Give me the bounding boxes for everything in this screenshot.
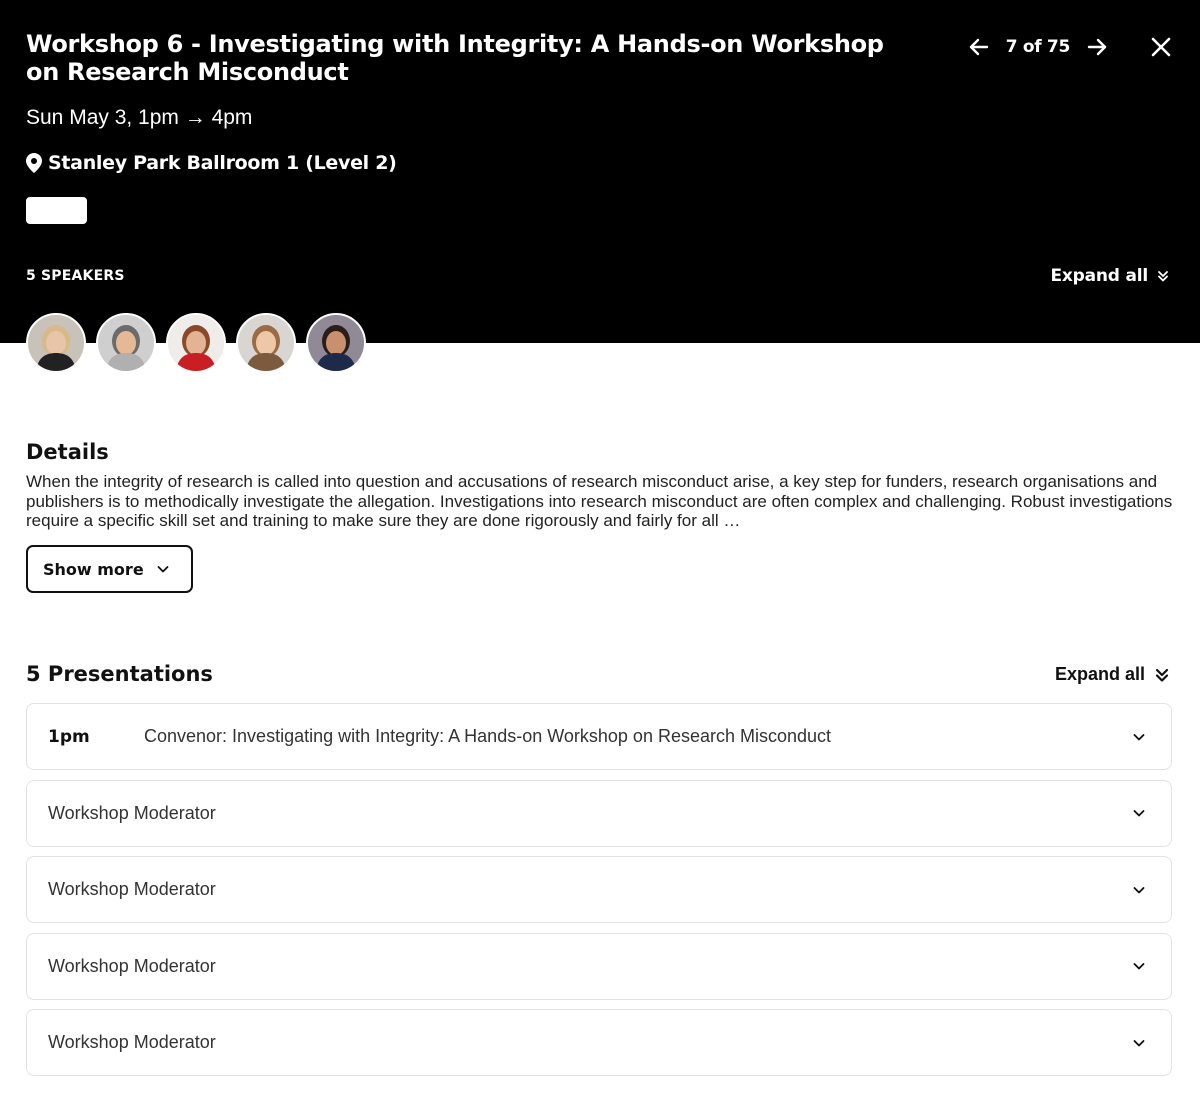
- session-title: Workshop 6 - Investigating with Integrit…: [26, 30, 884, 86]
- speaker-avatar[interactable]: [236, 313, 296, 373]
- map-pin-icon: [26, 153, 42, 173]
- chevron-down-icon: [157, 566, 169, 573]
- arrow-right-icon: [1087, 38, 1107, 56]
- session-pager: 7 of 75: [964, 32, 1176, 62]
- presentations-heading: 5 Presentations: [26, 662, 213, 686]
- details-description: When the integrity of research is called…: [26, 472, 1173, 530]
- session-header: Workshop 6 - Investigating with Integrit…: [0, 0, 1200, 343]
- expand-all-label: Expand all: [1050, 266, 1148, 286]
- chevron-down-icon: [1129, 727, 1149, 747]
- presentation-title: Workshop Moderator: [48, 802, 216, 823]
- presentation-item[interactable]: 1pm Convenor: Investigating with Integri…: [26, 703, 1172, 770]
- speaker-avatar[interactable]: [96, 313, 156, 373]
- location-label: Stanley Park Ballroom 1 (Level 2): [48, 152, 397, 174]
- speaker-avatars: [26, 313, 376, 373]
- show-more-label: Show more: [43, 559, 144, 579]
- presentations-list: 1pm Convenor: Investigating with Integri…: [26, 703, 1172, 1086]
- close-icon: [1151, 37, 1171, 57]
- chevron-down-icon: [1129, 1033, 1149, 1053]
- session-datetime: Sun May 3, 1pm → 4pm: [26, 106, 253, 129]
- speaker-avatar[interactable]: [166, 313, 226, 373]
- speaker-avatar[interactable]: [306, 313, 366, 373]
- presentation-title: Convenor: Investigating with Integrity: …: [144, 726, 832, 746]
- presentation-item[interactable]: Workshop Moderator: [26, 1009, 1172, 1076]
- session-tag: [26, 197, 87, 224]
- next-session-button[interactable]: [1082, 32, 1112, 62]
- session-counter: 7 of 75: [1005, 37, 1071, 57]
- presentation-item[interactable]: Workshop Moderator: [26, 856, 1172, 923]
- presentation-item[interactable]: Workshop Moderator: [26, 779, 1172, 847]
- session-location: Stanley Park Ballroom 1 (Level 2): [26, 152, 397, 174]
- presentation-title: Workshop Moderator: [48, 879, 216, 899]
- double-chevron-down-icon: [1155, 668, 1169, 682]
- details-heading: Details: [26, 440, 109, 464]
- presentation-time: 1pm: [48, 726, 90, 747]
- presentation-title: Workshop Moderator: [48, 1032, 216, 1052]
- close-button[interactable]: [1146, 32, 1176, 62]
- show-more-button[interactable]: Show more: [26, 545, 193, 593]
- expand-all-speakers-button[interactable]: Expand all: [1050, 266, 1170, 286]
- arrow-left-icon: [969, 38, 988, 56]
- double-chevron-down-icon: [1158, 271, 1168, 282]
- chevron-down-icon: [1129, 803, 1149, 823]
- previous-session-button[interactable]: [964, 32, 994, 62]
- expand-all-label: Expand all: [1054, 664, 1145, 684]
- presentation-item[interactable]: Workshop Moderator: [26, 932, 1172, 1000]
- chevron-down-icon: [1129, 880, 1149, 900]
- presentation-title: Workshop Moderator: [48, 955, 216, 976]
- speakers-count-label: 5 SPEAKERS: [26, 268, 125, 284]
- speaker-avatar[interactable]: [26, 313, 86, 373]
- chevron-down-icon: [1129, 956, 1149, 976]
- expand-all-presentations-button[interactable]: Expand all: [1055, 664, 1170, 685]
